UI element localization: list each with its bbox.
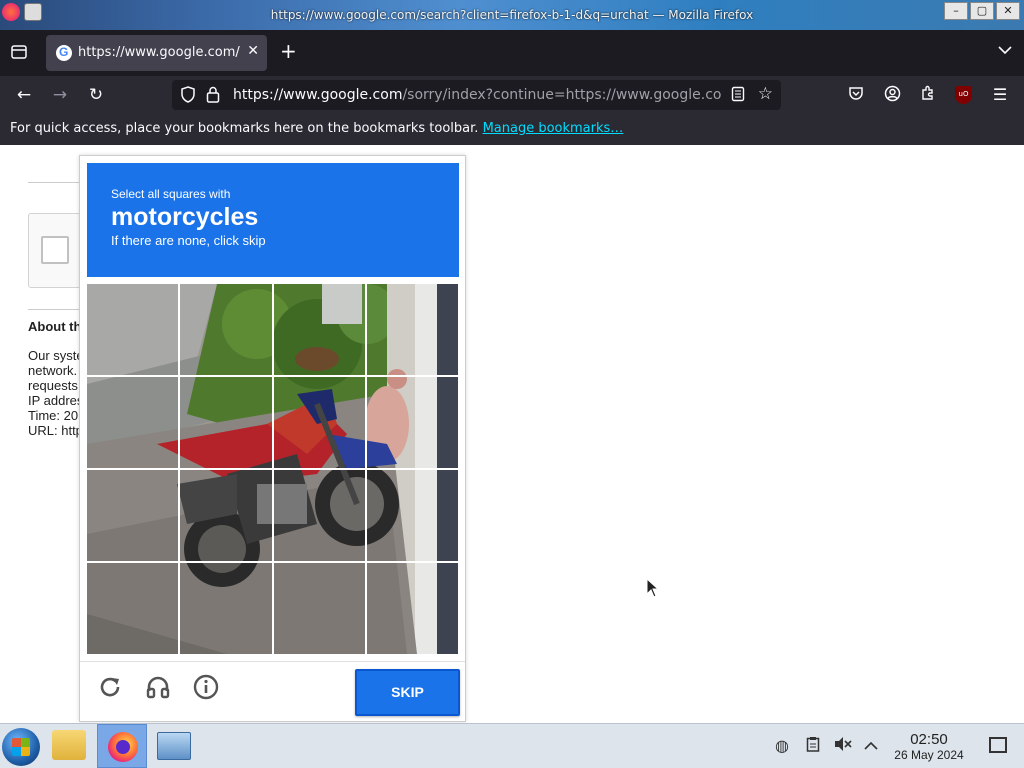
close-window-button[interactable]: ✕: [996, 2, 1020, 20]
challenge-tile[interactable]: [87, 563, 179, 654]
challenge-tile[interactable]: [180, 563, 272, 654]
tab-active[interactable]: https://www.google.com/sorry/index?conti…: [46, 35, 267, 71]
window-title: https://www.google.com/search?client=fir…: [270, 8, 754, 22]
firefox-icon: [108, 732, 138, 762]
challenge-tile-image: [273, 563, 365, 654]
extensions-puzzle-icon[interactable]: [918, 85, 938, 105]
new-tab-button[interactable]: +: [280, 41, 297, 61]
bookmark-star-icon[interactable]: ☆: [758, 84, 773, 104]
challenge-tile-image: [180, 284, 272, 375]
taskbar-clock[interactable]: 02:50 26 May 2024: [884, 731, 974, 763]
tab-strip: https://www.google.com/sorry/index?conti…: [0, 30, 1024, 76]
firefox-view-icon[interactable]: [10, 43, 28, 61]
taskbar: ◍ 02:50 26 May 2024: [0, 723, 1024, 768]
challenge-tile[interactable]: [366, 470, 458, 561]
network-globe-icon[interactable]: ◍: [772, 736, 792, 755]
challenge-tile[interactable]: [180, 284, 272, 375]
page-content: About th Our syste network. requests IP …: [0, 145, 1024, 723]
challenge-tile[interactable]: [273, 284, 365, 375]
system-monitor-icon[interactable]: [157, 732, 191, 760]
recaptcha-challenge-dialog: Select all squares with motorcycles If t…: [79, 155, 466, 722]
challenge-tile[interactable]: [180, 377, 272, 468]
challenge-tile-image: [366, 284, 458, 375]
window-title-bar: https://www.google.com/search?client=fir…: [0, 0, 1024, 30]
ublock-origin-icon[interactable]: uO: [955, 86, 972, 104]
challenge-tile[interactable]: [366, 563, 458, 654]
challenge-tile[interactable]: [366, 377, 458, 468]
challenge-tile[interactable]: [180, 470, 272, 561]
close-tab-icon[interactable]: ✕: [247, 43, 259, 59]
taskbar-firefox-button[interactable]: [97, 724, 147, 768]
url-text[interactable]: https://www.google.com/sorry/index?conti…: [233, 87, 722, 103]
clipboard-icon[interactable]: [803, 736, 823, 756]
challenge-hint: If there are none, click skip: [111, 233, 266, 248]
challenge-tile-image: [273, 284, 365, 375]
recaptcha-checkbox[interactable]: [41, 236, 69, 264]
challenge-tile-image: [180, 377, 272, 468]
window-controls: – ▢ ✕: [944, 2, 1020, 20]
list-all-tabs-icon[interactable]: [998, 44, 1012, 59]
challenge-tile[interactable]: [273, 563, 365, 654]
skip-button[interactable]: SKIP: [355, 669, 460, 716]
navigation-toolbar: ← → ↻ https://www.google.com/sorry/index…: [0, 76, 1024, 114]
challenge-tile-image: [180, 563, 272, 654]
manage-bookmarks-link[interactable]: Manage bookmarks…: [483, 121, 624, 136]
reader-view-icon[interactable]: [731, 86, 745, 106]
challenge-tile-image: [366, 377, 458, 468]
challenge-tile-image: [87, 563, 179, 654]
challenge-tile[interactable]: [87, 470, 179, 561]
challenge-tile[interactable]: [273, 470, 365, 561]
tracking-protection-shield-icon[interactable]: [180, 86, 196, 107]
pocket-icon[interactable]: [846, 85, 866, 105]
menu-hamburger-icon[interactable]: ☰: [990, 85, 1010, 104]
clock-time: 02:50: [910, 731, 948, 748]
volume-muted-icon[interactable]: [833, 736, 853, 756]
account-icon[interactable]: [882, 85, 902, 106]
url-path: /sorry/index?continue=https://www.google…: [402, 87, 722, 103]
show-desktop-button[interactable]: [989, 737, 1007, 753]
challenge-tile-image: [273, 377, 365, 468]
challenge-tile-image: [180, 470, 272, 561]
back-arrow-icon[interactable]: ←: [13, 86, 35, 104]
bookmarks-toolbar-message: For quick access, place your bookmarks h…: [10, 121, 483, 136]
challenge-tile-image: [273, 470, 365, 561]
minimize-button[interactable]: –: [944, 2, 968, 20]
forward-arrow-icon[interactable]: →: [49, 86, 71, 104]
challenge-footer: SKIP: [80, 661, 465, 722]
challenge-image-grid: [87, 284, 458, 654]
challenge-tile-image: [87, 470, 179, 561]
challenge-tile[interactable]: [273, 377, 365, 468]
clock-date: 26 May 2024: [894, 748, 964, 762]
tab-label: https://www.google.com/sorry/index?conti…: [78, 45, 240, 60]
challenge-tile-image: [366, 563, 458, 654]
file-manager-folder-icon[interactable]: [52, 730, 86, 760]
info-help-icon[interactable]: [192, 674, 220, 702]
google-favicon-icon: [56, 45, 72, 61]
challenge-tile-image: [366, 470, 458, 561]
start-menu-button[interactable]: [2, 728, 40, 766]
challenge-tile[interactable]: [366, 284, 458, 375]
challenge-tile-image: [87, 377, 179, 468]
lock-icon[interactable]: [206, 86, 220, 107]
url-domain: https://www.google.com: [233, 87, 403, 103]
challenge-object: motorcycles: [111, 203, 259, 231]
maximize-button[interactable]: ▢: [970, 2, 994, 20]
challenge-instruction: Select all squares with: [111, 187, 231, 201]
address-bar[interactable]: https://www.google.com/sorry/index?conti…: [172, 80, 781, 110]
challenge-tile[interactable]: [87, 377, 179, 468]
challenge-header: Select all squares with motorcycles If t…: [87, 163, 459, 277]
bookmarks-toolbar: For quick access, place your bookmarks h…: [0, 114, 1024, 145]
reload-challenge-icon[interactable]: [96, 674, 124, 702]
challenge-tile[interactable]: [87, 284, 179, 375]
reload-icon[interactable]: ↻: [85, 86, 107, 104]
challenge-tile-image: [87, 284, 179, 375]
show-hidden-icons-chevron-up-icon[interactable]: [861, 736, 881, 755]
audio-challenge-headphones-icon[interactable]: [144, 674, 172, 702]
